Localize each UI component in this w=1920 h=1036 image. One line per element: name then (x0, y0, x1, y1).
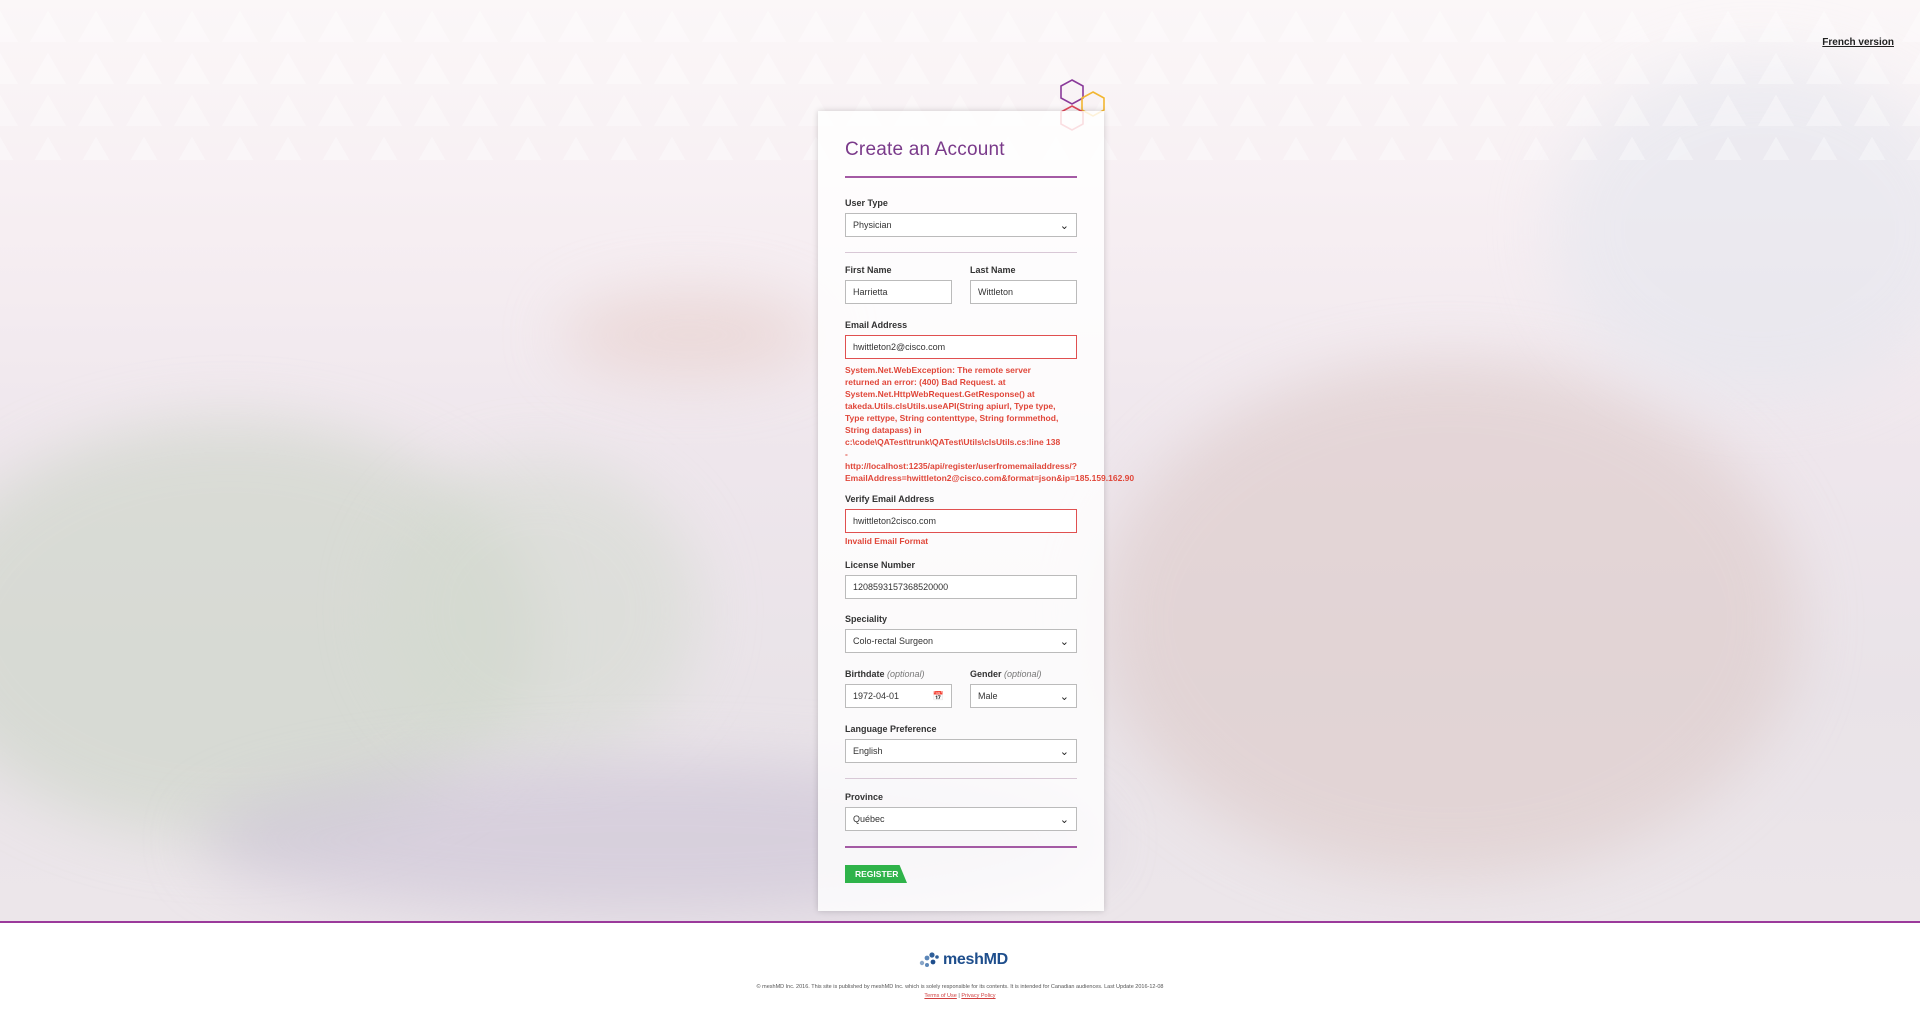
speciality-value: Colo-rectal Surgeon (853, 636, 934, 646)
email-error-line: System.Net.WebException: The remote serv… (845, 365, 1031, 375)
license-label: License Number (845, 560, 916, 570)
terms-of-use-link[interactable]: Terms of Use (924, 993, 956, 999)
chevron-down-icon: ⌄ (1059, 813, 1069, 826)
email-input[interactable]: hwittleton2@cisco.com (845, 335, 1077, 359)
email-error-line: - (845, 449, 848, 459)
verify-email-label: Verify Email Address (845, 494, 935, 504)
section-divider (845, 252, 1077, 253)
gender-select[interactable]: Male ⌄ (970, 684, 1077, 708)
form-divider (845, 846, 1077, 848)
birthdate-value: 1972-04-01 (853, 691, 900, 701)
email-error-line: Type rettype, String contenttype, String… (845, 413, 1059, 423)
language-value: English (853, 746, 883, 756)
french-version-link[interactable]: French version (1822, 37, 1894, 48)
last-name-input[interactable]: Wittleton (970, 280, 1077, 304)
chevron-down-icon: ⌄ (1059, 745, 1069, 758)
license-value: 1208593157368520000 (853, 582, 949, 592)
hero-divider (0, 921, 1920, 923)
page-title: Create an Account (845, 139, 1005, 160)
email-error-line: http://localhost:1235/api/register/userf… (845, 461, 1077, 471)
chevron-down-icon: ⌄ (1059, 635, 1069, 648)
register-button[interactable]: REGISTER (845, 865, 907, 883)
user-type-label: User Type (845, 198, 888, 208)
meshmd-logo-icon (919, 952, 939, 967)
last-name-label: Last Name (970, 265, 1016, 275)
province-value: Québec (853, 814, 885, 824)
email-error-line: EmailAddress=hwittleton2@cisco.com&forma… (845, 473, 1135, 483)
email-error-line: System.Net.HttpWebRequest.GetResponse() … (845, 389, 1035, 399)
first-name-value: Harrietta (853, 287, 888, 297)
email-error-message: System.Net.WebException: The remote serv… (845, 364, 1145, 484)
title-divider (845, 176, 1077, 178)
user-type-value: Physician (853, 220, 892, 230)
speciality-select[interactable]: Colo-rectal Surgeon ⌄ (845, 629, 1077, 653)
registration-card: Create an Account User Type Physician ⌄ … (818, 111, 1134, 911)
first-name-label: First Name (845, 265, 892, 275)
province-select[interactable]: Québec ⌄ (845, 807, 1077, 831)
email-value: hwittleton2@cisco.com (853, 342, 946, 352)
birthdate-input[interactable]: 1972-04-01 📅 (845, 684, 952, 708)
province-label: Province (845, 792, 884, 802)
language-select[interactable]: English ⌄ (845, 739, 1077, 763)
verify-email-value: hwittleton2cisco.com (853, 516, 937, 526)
first-name-input[interactable]: Harrietta (845, 280, 952, 304)
email-error-line: String datapass) in (845, 425, 922, 435)
brand-name: meshMD (943, 951, 1008, 968)
verify-email-input[interactable]: hwittleton2cisco.com (845, 509, 1077, 533)
email-error-line: c:\code\QATest\trunk\QATest\Utils\clsUti… (845, 437, 1061, 447)
gender-label: Gender (optional) (970, 669, 1042, 679)
calendar-icon[interactable]: 📅 (933, 691, 944, 702)
chevron-down-icon: ⌄ (1059, 690, 1069, 703)
section-divider (845, 778, 1077, 779)
speciality-label: Speciality (845, 614, 888, 624)
last-name-value: Wittleton (978, 287, 1014, 297)
birthdate-label: Birthdate (optional) (845, 669, 925, 679)
verify-email-error: Invalid Email Format (845, 536, 929, 546)
footer-logo: meshMD (918, 951, 1008, 969)
footer-copyright: © meshMD Inc. 2016. This site is publish… (756, 984, 1164, 990)
license-input[interactable]: 1208593157368520000 (845, 575, 1077, 599)
email-label: Email Address (845, 320, 908, 330)
email-error-line: returned an error: (400) Bad Request. at (845, 377, 1006, 387)
gender-value: Male (978, 691, 998, 701)
privacy-policy-link[interactable]: Privacy Policy (961, 993, 995, 999)
footer-separator: | (958, 993, 960, 999)
user-type-select[interactable]: Physician ⌄ (845, 213, 1077, 237)
language-label: Language Preference (845, 724, 937, 734)
chevron-down-icon: ⌄ (1059, 219, 1069, 232)
email-error-line: takeda.Utils.clsUtils.useAPI(String apiu… (845, 401, 1056, 411)
footer-links: Terms of Use | Privacy Policy (0, 993, 1920, 999)
